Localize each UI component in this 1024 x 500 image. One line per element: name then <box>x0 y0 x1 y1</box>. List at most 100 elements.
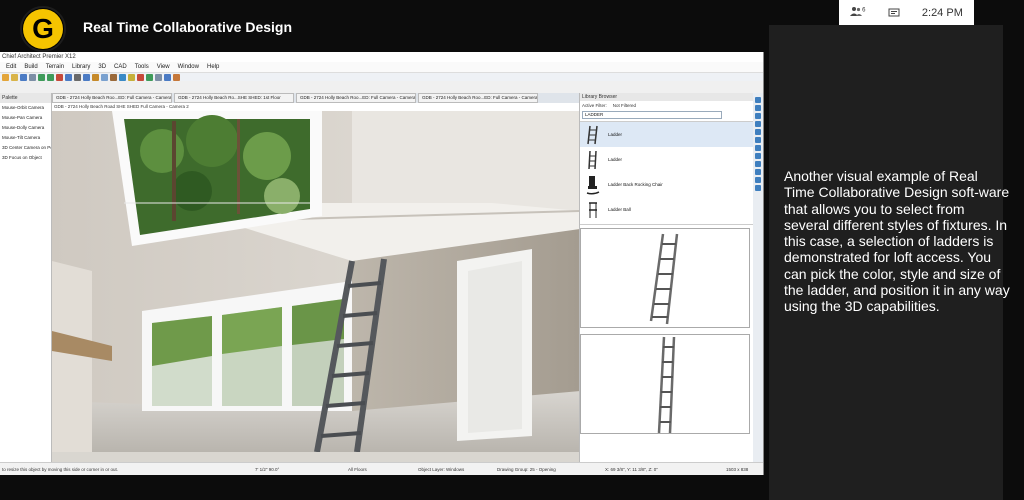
menu-edit[interactable]: Edit <box>6 62 16 72</box>
app-title: Chief Architect Premier X12 <box>0 52 763 62</box>
status-group: Drawing Group: 25 - Opening <box>497 467 556 472</box>
tab-camera-3[interactable]: GDB - 2724 Holly Beach Roo...ED: Full Ca… <box>296 93 416 103</box>
chat-icon[interactable] <box>888 8 900 18</box>
list-item-label: Ladder Ball <box>608 207 631 212</box>
view-icon[interactable] <box>755 113 761 119</box>
status-hint: to resize this object by moving this sid… <box>2 467 119 472</box>
toolbar <box>0 72 763 81</box>
palette-title: Palette <box>0 93 51 103</box>
tab-camera-1[interactable]: GDB - 2724 Holly Beach Roo...ED: Full Ca… <box>52 93 172 103</box>
status-size: 1503 x 838 <box>726 467 749 472</box>
palette-item-dolly[interactable]: Mouse-Dolly Camera <box>0 123 51 133</box>
rocking-chair-thumb-icon <box>586 175 600 195</box>
list-item-label: Ladder <box>608 132 623 137</box>
view-icon[interactable] <box>755 177 761 183</box>
view-icon[interactable] <box>755 153 761 159</box>
view-icon[interactable] <box>755 105 761 111</box>
video-header: G Real Time Collaborative Design <box>0 0 764 52</box>
menu-bar: Edit Build Terrain Library 3D CAD Tools … <box>0 62 763 72</box>
menu-cad[interactable]: CAD <box>114 62 127 72</box>
library-search-input[interactable]: LADDER <box>582 111 722 119</box>
video-title: Real Time Collaborative Design <box>83 19 293 35</box>
view-icon[interactable] <box>755 145 761 151</box>
view-icon[interactable] <box>755 121 761 127</box>
status-coords: X: 69 3/8", Y: 11 3/8", Z: 0" <box>605 467 658 472</box>
participants-indicator[interactable]: 6 <box>850 6 865 19</box>
terrain-icon[interactable] <box>146 73 153 81</box>
library-results-list: Ladder Ladder Ladder Back Rocking Chair … <box>580 121 753 225</box>
palette-item-pan[interactable]: Mouse-Pan Camera <box>0 113 51 123</box>
window-tool-icon[interactable] <box>101 73 108 81</box>
menu-build[interactable]: Build <box>24 62 37 72</box>
list-item[interactable]: Ladder <box>580 122 753 147</box>
ladder-preview-icon <box>657 336 676 433</box>
library-filter: Active Filter: Not Filtered <box>580 101 753 110</box>
open-folder-icon[interactable] <box>11 73 18 81</box>
list-item[interactable]: Ladder Ball <box>580 197 753 222</box>
wall-tool-icon[interactable] <box>92 73 99 81</box>
3d-viewport[interactable] <box>52 111 579 462</box>
list-item[interactable]: Ladder Back Rocking Chair <box>580 172 753 197</box>
light-icon[interactable] <box>128 73 135 81</box>
status-angle: 7' 1/2" 90.0° <box>255 467 280 472</box>
view-tabs: GDB - 2724 Holly Beach Roo...ED: Full Ca… <box>52 93 579 103</box>
menu-help[interactable]: Help <box>207 62 219 72</box>
filter-select[interactable]: Not Filtered <box>613 103 636 108</box>
view-icon[interactable] <box>755 169 761 175</box>
system-tray: 6 2:24 PM <box>839 0 974 25</box>
library-title: Library Browser <box>580 93 753 101</box>
caption-text: Another visual example of Real Time Coll… <box>784 168 1010 315</box>
menu-terrain[interactable]: Terrain <box>46 62 64 72</box>
people-icon <box>850 7 863 16</box>
palette-item-tilt[interactable]: Mouse-Tilt Camera <box>0 133 51 143</box>
view-icon[interactable] <box>755 185 761 191</box>
print-icon[interactable] <box>29 73 36 81</box>
screen: G Real Time Collaborative Design Chief A… <box>0 0 1024 500</box>
ladder-preview-icon <box>649 233 679 325</box>
list-item[interactable]: Ladder <box>580 147 753 172</box>
menu-3d[interactable]: 3D <box>98 62 106 72</box>
select-icon[interactable] <box>65 73 72 81</box>
palette-item-center[interactable]: 3D Center Camera on Point <box>0 143 51 153</box>
ladder-thumb-icon <box>587 125 598 144</box>
save-icon[interactable] <box>20 73 27 81</box>
view-icon[interactable] <box>755 97 761 103</box>
ladder-thumb-icon <box>588 150 597 169</box>
active-view-title: GDB - 2724 Holly Beach Road SHE SHED Ful… <box>52 103 579 111</box>
zoom-icon[interactable] <box>74 73 81 81</box>
status-bar: to resize this object by moving this sid… <box>0 462 763 475</box>
ladder-ball-thumb-icon <box>589 201 597 218</box>
undo-icon[interactable] <box>38 73 45 81</box>
tab-1st-floor[interactable]: GDB - 2724 Holly Beach Ro...SHE SHED: 1s… <box>174 93 294 103</box>
workspace: Palette Mouse-Orbit Camera Mouse-Pan Cam… <box>0 93 763 462</box>
library-icon[interactable] <box>173 73 180 81</box>
view-icon[interactable] <box>755 161 761 167</box>
logo-letter: G <box>23 9 63 49</box>
dimension-icon[interactable] <box>155 73 162 81</box>
tab-camera-2[interactable]: GDB - 2724 Holly Beach Roo...ED: Full Ca… <box>418 93 538 103</box>
menu-library[interactable]: Library <box>72 62 90 72</box>
camera-palette: Palette Mouse-Orbit Camera Mouse-Pan Cam… <box>0 93 52 462</box>
menu-window[interactable]: Window <box>178 62 199 72</box>
view-icon[interactable] <box>755 129 761 135</box>
view-icon[interactable] <box>755 137 761 143</box>
palette-item-focus[interactable]: 3D Focus on Object <box>0 153 51 163</box>
menu-tools[interactable]: Tools <box>135 62 149 72</box>
material-icon[interactable] <box>137 73 144 81</box>
stair-tool-icon[interactable] <box>119 73 126 81</box>
menu-view[interactable]: View <box>157 62 170 72</box>
list-item-label: Ladder Back Rocking Chair <box>608 182 663 187</box>
clock: 2:24 PM <box>921 6 963 19</box>
participants-count: 6 <box>862 7 866 14</box>
camera-icon[interactable] <box>83 73 90 81</box>
library-browser: Library Browser Active Filter: Not Filte… <box>579 93 753 462</box>
list-item-label: Ladder <box>608 157 623 162</box>
text-icon[interactable] <box>164 73 171 81</box>
delete-icon[interactable] <box>56 73 63 81</box>
palette-item-orbit[interactable]: Mouse-Orbit Camera <box>0 103 51 113</box>
channel-logo: G <box>20 6 66 52</box>
door-tool-icon[interactable] <box>110 73 117 81</box>
new-file-icon[interactable] <box>2 73 9 81</box>
library-preview-top <box>580 228 750 328</box>
redo-icon[interactable] <box>47 73 54 81</box>
